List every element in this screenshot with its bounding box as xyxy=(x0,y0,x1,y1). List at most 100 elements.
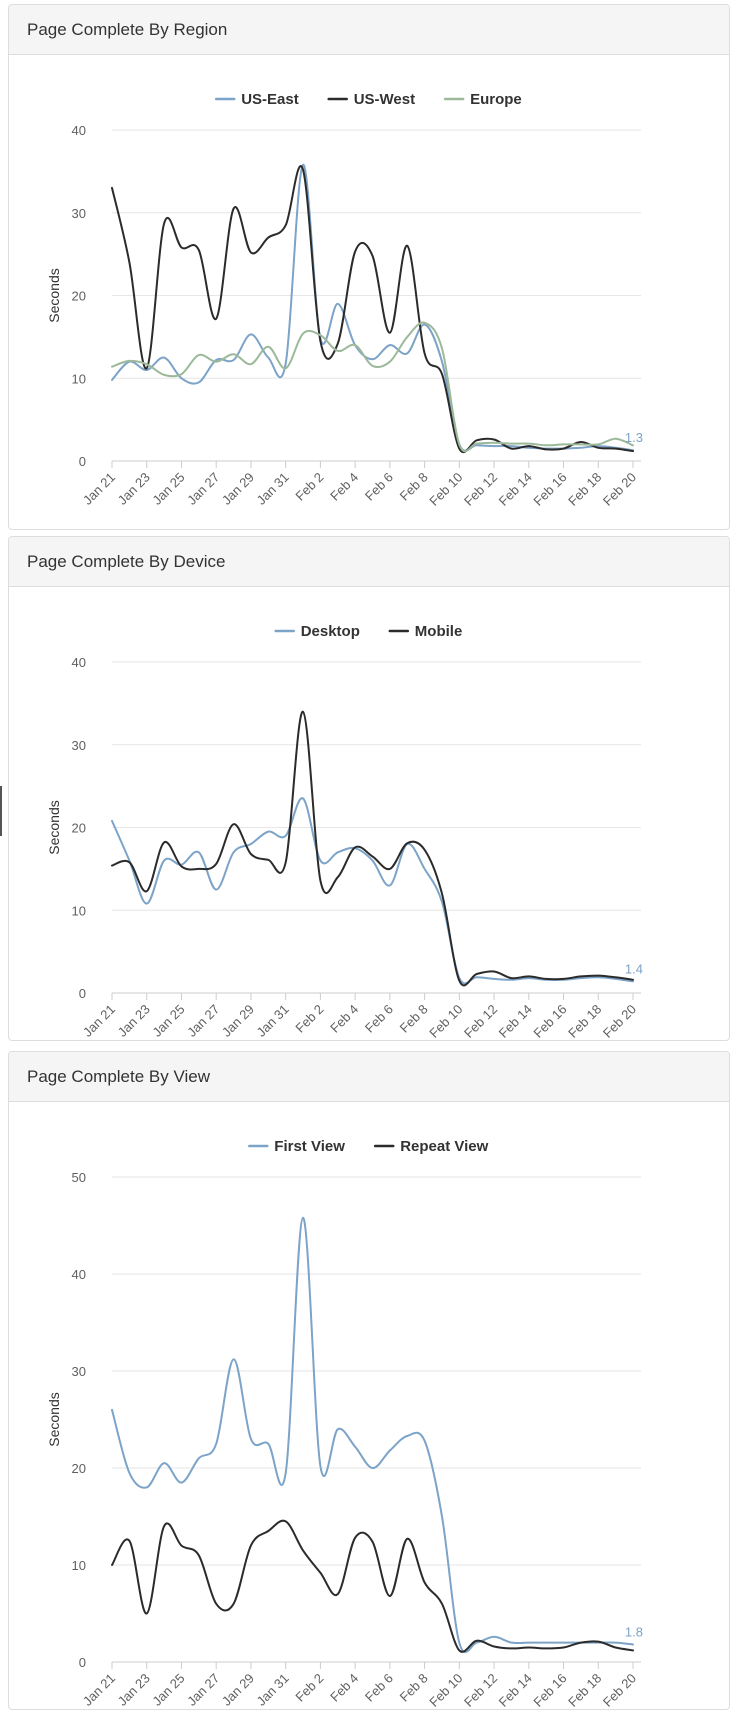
x-tick-label: Feb 18 xyxy=(565,1671,604,1709)
y-axis-label: Seconds xyxy=(46,1392,62,1446)
chart-body: 0 10 20 30 40 Seconds Jan 21 Jan 23 Jan 25 Jan 27… xyxy=(9,55,729,529)
x-tick-label: Feb 2 xyxy=(292,1002,326,1036)
legend-item[interactable]: Europe xyxy=(443,91,522,108)
series-line-desktop[interactable] xyxy=(111,797,634,985)
series-line-first-view[interactable] xyxy=(111,1216,634,1654)
chart-legend: Desktop Mobile xyxy=(274,623,463,640)
y-tick-label: 40 xyxy=(72,1267,86,1282)
y-tick-label: 30 xyxy=(72,738,86,753)
x-tick-label: Feb 18 xyxy=(565,470,604,509)
x-tick-label: Feb 10 xyxy=(426,1671,465,1709)
x-tick-label: Feb 20 xyxy=(600,1002,639,1040)
y-tick-label: 0 xyxy=(79,454,86,469)
x-tick-label: Feb 4 xyxy=(327,1671,361,1705)
legend-label: Repeat View xyxy=(400,1138,488,1155)
y-tick-label: 20 xyxy=(72,289,86,304)
y-tick-label: 10 xyxy=(72,903,86,918)
y-axis-label: Seconds xyxy=(46,800,62,854)
legend-label: Europe xyxy=(470,91,522,108)
last-value-label: 1.8 xyxy=(625,1625,643,1640)
view-chart-panel: Page Complete By View 0 10 20 30 40 50 Seconds… xyxy=(8,1051,730,1710)
legend-item[interactable]: Desktop xyxy=(274,623,360,640)
x-tick-label: Feb 16 xyxy=(530,1671,569,1709)
series-line-us-east[interactable] xyxy=(111,163,634,452)
x-tick-label: Jan 23 xyxy=(115,1671,153,1709)
region-chart-panel: Page Complete By Region 0 10 20 30 40 Seconds… xyxy=(8,4,730,530)
x-tick-label: Feb 12 xyxy=(461,1671,500,1709)
y-tick-label: 20 xyxy=(72,1461,86,1476)
x-tick-label: Jan 21 xyxy=(80,1671,118,1709)
x-tick-label: Feb 6 xyxy=(362,1002,396,1036)
panel-title: Page Complete By View xyxy=(9,1052,729,1102)
side-edge-tab xyxy=(0,786,2,836)
y-tick-label: 0 xyxy=(79,1655,86,1670)
x-tick-label: Jan 31 xyxy=(254,470,292,508)
x-tick-label: Jan 25 xyxy=(149,1671,187,1709)
x-tick-label: Jan 21 xyxy=(80,1002,118,1040)
chart-legend: US-East US-West Europe xyxy=(214,91,522,108)
legend-item[interactable]: Repeat View xyxy=(373,1138,489,1155)
x-tick-label: Feb 20 xyxy=(600,470,639,509)
chart-body: 0 10 20 30 40 50 Seconds Jan 21 Jan 23 Jan 25 Jan … xyxy=(9,1102,729,1709)
last-value-label: 1.3 xyxy=(625,430,643,445)
x-tick-label: Feb 20 xyxy=(600,1671,639,1709)
x-tick-label: Feb 14 xyxy=(496,470,535,509)
x-tick-label: Jan 29 xyxy=(219,470,257,508)
y-tick-label: 20 xyxy=(72,821,86,836)
x-tick-label: Jan 25 xyxy=(149,470,187,508)
x-tick-label: Jan 31 xyxy=(254,1002,292,1040)
legend-label: First View xyxy=(274,1138,345,1155)
last-value-label: 1.4 xyxy=(625,961,643,976)
legend-label: Desktop xyxy=(301,623,360,640)
chart-legend: First View Repeat View xyxy=(248,1138,489,1155)
x-tick-label: Feb 6 xyxy=(362,470,396,504)
y-tick-label: 50 xyxy=(72,1170,86,1185)
series-line-repeat-view[interactable] xyxy=(111,1519,634,1653)
x-tick-label: Feb 10 xyxy=(426,1002,465,1040)
x-tick-label: Feb 14 xyxy=(496,1671,535,1709)
y-tick-label: 10 xyxy=(72,371,86,386)
region-line-chart: 0 10 20 30 40 Seconds Jan 21Jan 23Jan 25Jan 27… xyxy=(46,91,643,509)
panel-title: Page Complete By Region xyxy=(9,5,729,55)
y-tick-label: 30 xyxy=(72,206,86,221)
x-tick-label: Feb 16 xyxy=(530,470,569,509)
legend-item[interactable]: First View xyxy=(248,1138,345,1155)
y-tick-label: 40 xyxy=(72,655,86,670)
x-tick-label: Feb 10 xyxy=(426,470,465,509)
x-tick-label: Feb 16 xyxy=(530,1002,569,1040)
x-tick-label: Jan 27 xyxy=(184,1002,222,1040)
y-tick-label: 10 xyxy=(72,1558,86,1573)
legend-item[interactable]: Mobile xyxy=(388,623,463,640)
series-line-europe[interactable] xyxy=(111,321,634,453)
x-tick-label: Feb 14 xyxy=(496,1002,535,1040)
x-tick-label: Feb 6 xyxy=(362,1671,396,1705)
device-line-chart: 0 10 20 30 40 Seconds Jan 21Jan 23Jan 25Jan 27… xyxy=(46,623,643,1040)
x-tick-label: Jan 25 xyxy=(149,1002,187,1040)
x-tick-label: Jan 29 xyxy=(219,1002,257,1040)
x-tick-label: Feb 12 xyxy=(461,1002,500,1040)
y-tick-label: 0 xyxy=(79,986,86,1001)
x-tick-label: Feb 2 xyxy=(292,470,326,504)
chart-body: 0 10 20 30 40 Seconds Jan 21 Jan 23 Jan 25 Jan 27… xyxy=(9,587,729,1040)
view-line-chart: 01020304050SecondsJan 21Jan 23Jan 25Jan … xyxy=(46,1138,643,1709)
x-tick-label: Jan 29 xyxy=(219,1671,257,1709)
series-line-us-west[interactable] xyxy=(111,165,634,454)
legend-item[interactable]: US-East xyxy=(214,91,299,108)
x-tick-label: Jan 23 xyxy=(115,1002,153,1040)
series-line-mobile[interactable] xyxy=(111,710,634,987)
x-tick-label: Jan 31 xyxy=(254,1671,292,1709)
x-tick-label: Jan 23 xyxy=(115,470,153,508)
device-chart-panel: Page Complete By Device 0 10 20 30 40 Seconds… xyxy=(8,536,730,1041)
x-tick-label: Feb 4 xyxy=(327,1002,361,1036)
y-axis-label: Seconds xyxy=(46,268,62,322)
legend-item[interactable]: US-West xyxy=(327,91,415,108)
legend-label: Mobile xyxy=(415,623,463,640)
x-tick-label: Feb 4 xyxy=(327,470,361,504)
x-tick-label: Feb 2 xyxy=(292,1671,326,1705)
x-tick-label: Feb 12 xyxy=(461,470,500,509)
x-tick-label: Feb 18 xyxy=(565,1002,604,1040)
x-tick-label: Jan 27 xyxy=(184,1671,222,1709)
panel-title: Page Complete By Device xyxy=(9,537,729,587)
legend-label: US-East xyxy=(241,91,299,108)
x-tick-label: Jan 21 xyxy=(80,470,118,508)
